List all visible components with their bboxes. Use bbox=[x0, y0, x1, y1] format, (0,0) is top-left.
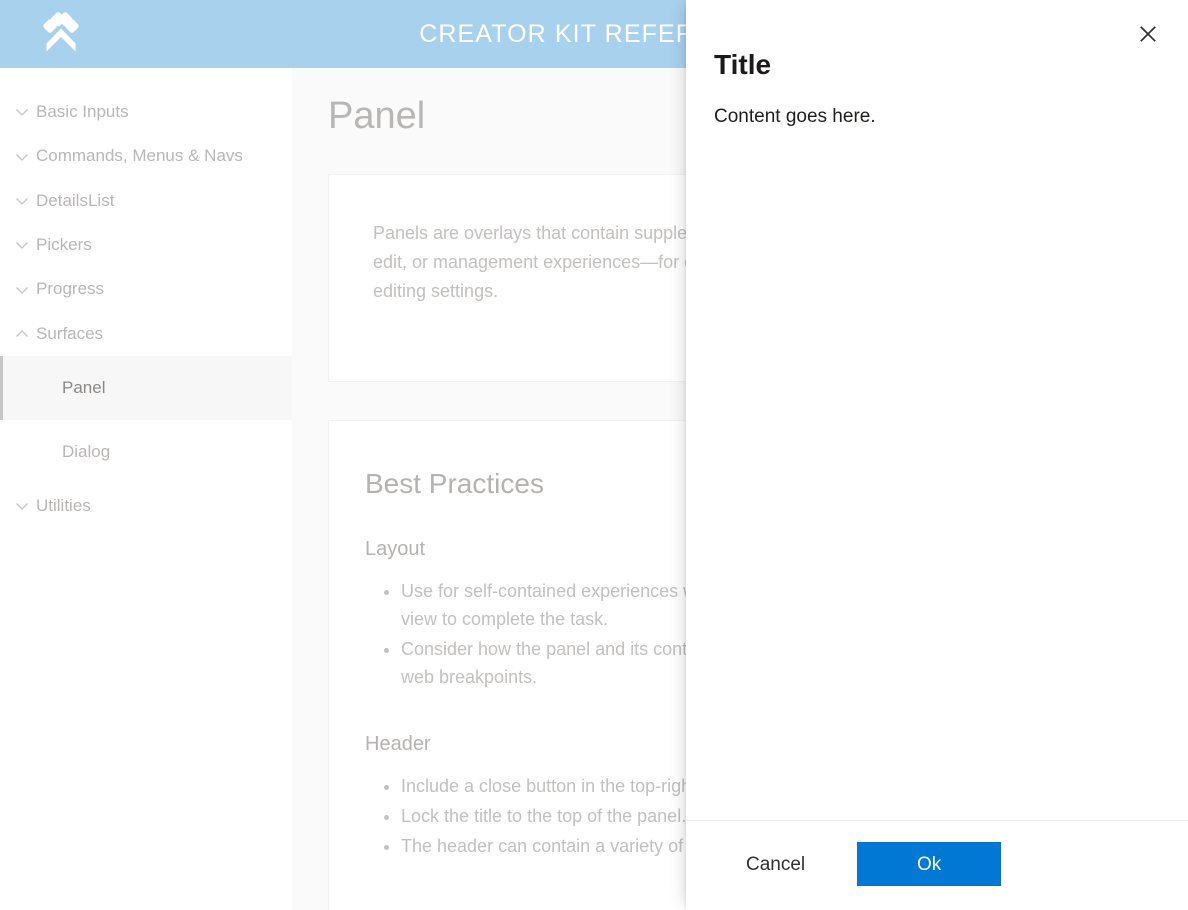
sidebar-item-label: DetailsList bbox=[36, 190, 115, 210]
sidebar-item-panel[interactable]: Panel bbox=[0, 356, 292, 421]
chevron-down-icon bbox=[8, 103, 36, 121]
sidebar-item-progress[interactable]: Progress bbox=[0, 267, 292, 311]
chevron-down-icon bbox=[8, 148, 36, 166]
chevron-down-icon bbox=[8, 236, 36, 254]
sidebar-item-label: Basic Inputs bbox=[36, 102, 129, 121]
sidebar-item-pickers[interactable]: Pickers bbox=[0, 223, 292, 267]
sidebar-item-label: Progress bbox=[36, 279, 105, 299]
sidebar-item-surfaces[interactable]: Surfaces bbox=[0, 312, 292, 356]
panel-header: Title bbox=[686, 0, 1188, 82]
close-icon[interactable] bbox=[1126, 12, 1170, 56]
sidebar-item-label: Utilities bbox=[36, 496, 91, 516]
chevron-down-icon bbox=[8, 281, 36, 299]
panel-content-text: Content goes here. bbox=[714, 105, 876, 127]
cancel-button[interactable]: Cancel bbox=[740, 845, 811, 884]
sidebar-nav: Basic Inputs Commands, Menus & Navs Deta… bbox=[0, 68, 292, 910]
sidebar-item-basic-inputs[interactable]: Basic Inputs bbox=[0, 90, 292, 134]
sidebar-item-commands-menus-navs[interactable]: Commands, Menus & Navs bbox=[0, 134, 292, 178]
sidebar-item-label: Commands, Menus & Navs bbox=[36, 146, 243, 166]
panel-footer: Cancel Ok bbox=[686, 820, 1188, 910]
ok-button[interactable]: Ok bbox=[857, 842, 1002, 886]
chevron-down-icon bbox=[8, 497, 36, 515]
sidebar-item-label: Pickers bbox=[36, 235, 92, 255]
panel-title: Title bbox=[714, 49, 772, 80]
sidebar-item-detailslist[interactable]: DetailsList bbox=[0, 179, 292, 223]
sidebar-item-label: Surfaces bbox=[36, 323, 104, 343]
chevron-up-icon bbox=[8, 325, 36, 343]
panel-content-area: Content goes here. bbox=[686, 82, 1188, 820]
sidebar-item-label: Dialog bbox=[62, 442, 111, 462]
chevron-down-icon bbox=[8, 192, 36, 210]
paw-logo-icon bbox=[38, 11, 84, 57]
panel-overlay: Title Content goes here. Cancel Ok bbox=[686, 0, 1188, 910]
sidebar-item-dialog[interactable]: Dialog bbox=[0, 420, 292, 484]
sidebar-item-utilities[interactable]: Utilities bbox=[0, 484, 292, 528]
app-root: CREATOR KIT REFERENCE Basic Inputs Comma… bbox=[0, 0, 1188, 910]
sidebar-item-label: Panel bbox=[62, 378, 106, 398]
